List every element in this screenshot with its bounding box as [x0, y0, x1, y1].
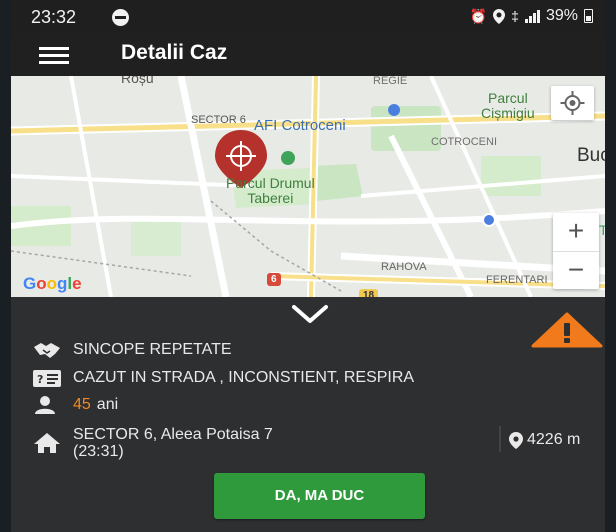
zoom-in-button[interactable]: +	[553, 213, 599, 251]
signal-icon	[524, 9, 540, 23]
accept-case-button[interactable]: DA, MA DUC	[214, 473, 425, 519]
handshake-icon	[34, 343, 60, 358]
chevron-down-icon[interactable]	[291, 303, 329, 325]
road-badge-6: 6	[267, 273, 281, 286]
battery-percent: 39%	[545, 7, 578, 24]
map-label-ferentari: FERENTARI	[486, 274, 548, 286]
location-icon	[493, 8, 506, 24]
road-badge-18: 18	[359, 289, 379, 297]
distance-divider	[499, 426, 501, 452]
alarm-icon: ⏰	[469, 7, 488, 24]
data-icon: ‡	[511, 8, 519, 24]
status-bar: 23:32 ⏰ ‡ 39%	[11, 0, 605, 34]
diagnosis-row: SINCOPE REPETATE	[33, 341, 232, 359]
my-location-button[interactable]	[551, 86, 594, 120]
map-label-rahova: RAHOVA	[381, 261, 427, 273]
hamburger-menu-icon[interactable]	[39, 47, 69, 65]
zoom-out-button[interactable]: −	[553, 251, 599, 289]
description-row: ? CAZUT IN STRADA , INCONSTIENT, RESPIRA	[33, 369, 414, 387]
address-line: SECTOR 6, Aleea Potaisa 7	[73, 426, 273, 443]
svg-text:?: ?	[37, 373, 43, 386]
case-details-panel: SINCOPE REPETATE ? CAZUT IN STRADA , INC…	[11, 297, 605, 532]
map-label-sector6: SECTOR 6	[191, 114, 246, 126]
description-text: CAZUT IN STRADA , INCONSTIENT, RESPIRA	[73, 369, 415, 386]
age-row: 45 ani	[33, 396, 118, 414]
id-card-icon: ?	[33, 369, 61, 387]
map-pin-icon	[509, 431, 523, 449]
map-view[interactable]: Roșu REGIE Parcul Cișmigiu SECTOR 6 AFI …	[11, 76, 605, 297]
map-label-cotroceni: COTROCENI	[431, 136, 497, 148]
map-label-ti: Ti	[599, 222, 605, 238]
map-label-buc: Buc	[577, 145, 605, 166]
distance-info: 4226 m	[509, 431, 580, 449]
do-not-disturb-icon	[112, 9, 129, 26]
distance-value: 4226 m	[527, 431, 581, 448]
page-title: Detalii Caz	[121, 41, 228, 64]
google-logo: Google	[23, 274, 82, 293]
app-bar: Detalii Caz	[11, 34, 605, 76]
map-label-afi-cotroceni: AFI Cotroceni	[254, 117, 346, 134]
age-value: 45	[73, 396, 91, 413]
diagnosis-text: SINCOPE REPETATE	[73, 341, 232, 358]
battery-icon	[584, 9, 593, 23]
age-unit: ani	[96, 396, 119, 413]
map-label-regie: REGIE	[373, 76, 408, 87]
map-label-parcul-drumul-taberei: Parcul Drumul Taberei	[226, 175, 315, 206]
zoom-controls: + −	[553, 213, 599, 289]
home-icon	[34, 433, 60, 453]
person-icon	[35, 396, 55, 414]
phone-screen: 23:32 ⏰ ‡ 39% Detalii Caz Roșu REGIE Par…	[11, 0, 605, 532]
status-time: 23:32	[31, 7, 77, 27]
address-text: SECTOR 6, Aleea Potaisa 7 (23:31)	[73, 426, 273, 460]
address-time: (23:31)	[73, 443, 124, 460]
crosshair-icon	[560, 91, 585, 115]
map-label-rosu: Roșu	[121, 76, 154, 86]
warning-icon	[531, 312, 603, 348]
address-row: SECTOR 6, Aleea Potaisa 7 (23:31)	[33, 426, 273, 460]
map-label-parcul-cismigiu: Parcul Cișmigiu	[481, 90, 535, 121]
status-icons: ⏰ ‡ 39%	[470, 7, 593, 25]
